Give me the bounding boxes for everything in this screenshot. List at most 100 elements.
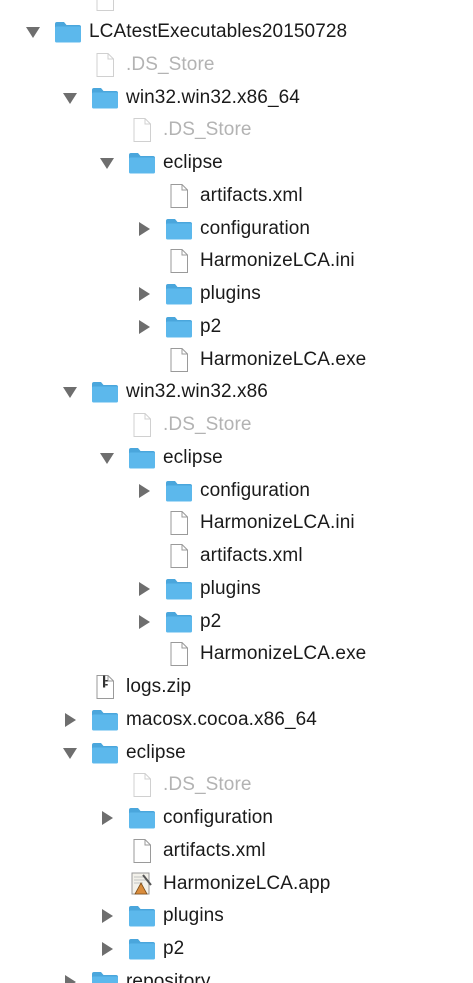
disclosure-collapsed-icon[interactable] [98, 940, 116, 958]
document-icon [89, 52, 121, 78]
tree-row-folder[interactable]: p2 [0, 933, 473, 966]
tree-row-folder[interactable]: plugins [0, 278, 473, 311]
tree-row-folder[interactable]: p2 [0, 605, 473, 638]
document-icon [163, 183, 195, 209]
tree-row-label: repository [126, 970, 211, 983]
tree-row-label: eclipse [163, 446, 223, 468]
tree-row-label: artifacts.xml [200, 545, 303, 567]
tree-row-folder[interactable]: plugins [0, 573, 473, 606]
tree-row-file[interactable]: logs.zip [0, 671, 473, 704]
folder-icon [163, 216, 195, 242]
disclosure-collapsed-icon[interactable] [135, 318, 153, 336]
tree-row-folder[interactable]: configuration [0, 212, 473, 245]
tree-row-label: HarmonizeLCA.exe [200, 643, 367, 665]
tree-row-label: HarmonizeLCA.exe [200, 348, 367, 370]
tree-row-label: p2 [200, 315, 222, 337]
folder-icon [52, 19, 84, 45]
tree-row-folder[interactable]: configuration [0, 802, 473, 835]
document-icon [163, 347, 195, 373]
document-icon [163, 641, 195, 667]
disclosure-collapsed-icon[interactable] [135, 482, 153, 500]
tree-row-folder[interactable]: repository [0, 966, 473, 983]
tree-row-folder[interactable]: macosx.cocoa.x86_64 [0, 704, 473, 737]
tree-row-label: LCAtestExecutables20150728 [89, 21, 348, 43]
document-icon [163, 543, 195, 569]
disclosure-collapsed-icon[interactable] [135, 220, 153, 238]
disclosure-collapsed-icon[interactable] [135, 580, 153, 598]
tree-row-folder[interactable]: win32.win32.x86_64 [0, 81, 473, 114]
folder-icon [89, 740, 121, 766]
document-icon [126, 412, 158, 438]
tree-row-label: configuration [200, 217, 311, 239]
folder-icon [89, 379, 121, 405]
tree-row-folder[interactable]: eclipse [0, 442, 473, 475]
tree-row-file[interactable]: HarmonizeLCA.app [0, 867, 473, 900]
disclosure-expanded-icon[interactable] [61, 89, 79, 107]
folder-icon [163, 576, 195, 602]
tree-row-file[interactable]: HarmonizeLCA.ini [0, 507, 473, 540]
tree-row-label: plugins [200, 577, 261, 599]
disclosure-expanded-icon[interactable] [98, 154, 116, 172]
disclosure-expanded-icon[interactable] [61, 383, 79, 401]
tree-row-file[interactable]: HarmonizeLCA.exe [0, 343, 473, 376]
tree-row-label: HarmonizeLCA.ini [200, 250, 355, 272]
folder-icon [126, 903, 158, 929]
tree-row-file[interactable]: .DS_Store [0, 409, 473, 442]
folder-icon [89, 707, 121, 733]
tree-row-file[interactable]: HarmonizeLCA.exe [0, 638, 473, 671]
tree-row-label: plugins [163, 905, 224, 927]
document-icon [163, 248, 195, 274]
tree-row-label: plugins [200, 283, 261, 305]
disclosure-expanded-icon[interactable] [24, 23, 42, 41]
folder-icon [163, 478, 195, 504]
tree-row-file[interactable]: artifacts.xml [0, 835, 473, 868]
tree-row-folder[interactable]: eclipse [0, 147, 473, 180]
tree-row-folder[interactable]: configuration [0, 474, 473, 507]
tree-row-label: macosx.cocoa.x86_64 [126, 708, 317, 730]
tree-row-file[interactable]: artifacts.xml [0, 540, 473, 573]
disclosure-expanded-icon[interactable] [98, 449, 116, 467]
folder-icon [126, 936, 158, 962]
file-tree: LCAtestExecutables20150728 .DS_Store win32… [0, 0, 473, 983]
tree-row-label: .DS_Store [126, 53, 215, 75]
disclosure-collapsed-icon[interactable] [135, 613, 153, 631]
disclosure-collapsed-icon[interactable] [98, 907, 116, 925]
disclosure-collapsed-icon[interactable] [135, 285, 153, 303]
disclosure-expanded-icon[interactable] [61, 744, 79, 762]
disclosure-collapsed-icon[interactable] [61, 973, 79, 983]
tree-row-label: eclipse [126, 741, 186, 763]
disclosure-collapsed-icon[interactable] [98, 809, 116, 827]
tree-row-file[interactable]: .DS_Store [0, 49, 473, 82]
tree-row-file[interactable]: HarmonizeLCA.ini [0, 245, 473, 278]
document-icon [126, 838, 158, 864]
tree-row-folder[interactable]: win32.win32.x86 [0, 376, 473, 409]
tree-row-label: configuration [200, 479, 311, 501]
tree-row-folder[interactable]: LCAtestExecutables20150728 [0, 16, 473, 49]
tree-row-label: .DS_Store [163, 774, 252, 796]
tree-row-label: artifacts.xml [200, 184, 303, 206]
tree-row-label: win32.win32.x86_64 [126, 86, 300, 108]
tree-row-folder[interactable]: p2 [0, 311, 473, 344]
tree-row-folder[interactable]: plugins [0, 900, 473, 933]
tree-row-label: .DS_Store [163, 119, 252, 141]
tree-row-file[interactable]: .DS_Store [0, 114, 473, 147]
tree-row-folder[interactable]: eclipse [0, 736, 473, 769]
document-icon [126, 117, 158, 143]
tree-row-file[interactable]: .DS_Store [0, 769, 473, 802]
folder-icon [163, 314, 195, 340]
tree-row-file[interactable]: artifacts.xml [0, 180, 473, 213]
tree-row-file[interactable] [0, 0, 473, 16]
disclosure-collapsed-icon[interactable] [61, 711, 79, 729]
